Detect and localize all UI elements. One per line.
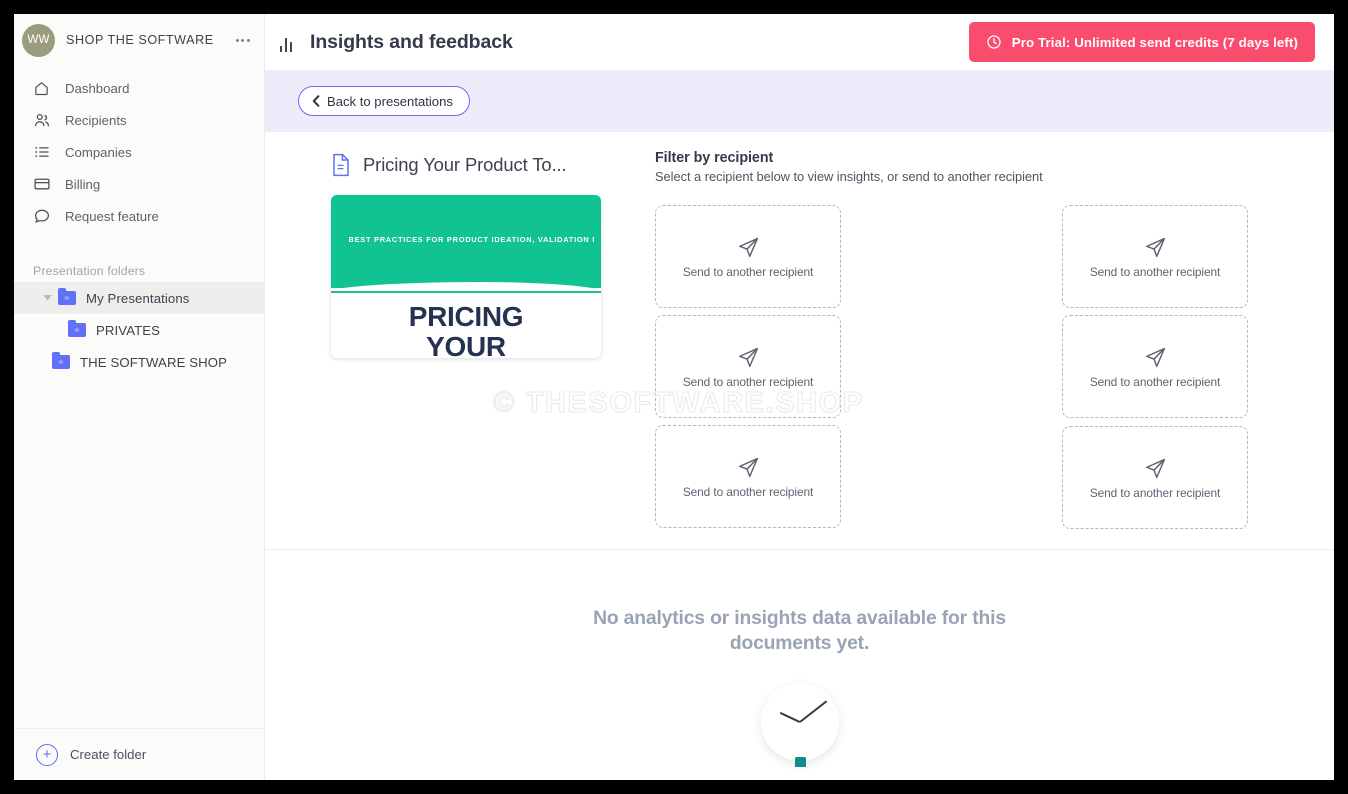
plus-circle-icon: + — [36, 743, 58, 766]
sidebar-item-companies[interactable]: Companies — [14, 136, 264, 168]
sidebar-item-recipients[interactable]: Recipients — [14, 104, 264, 136]
insights-row: Pricing Your Product To... BEST PRACTICE… — [265, 132, 1334, 529]
folder-item-my-presentations[interactable]: ≈ My Presentations — [14, 282, 264, 314]
content-area: Pricing Your Product To... BEST PRACTICE… — [265, 132, 1334, 767]
back-button-label: Back to presentations — [327, 93, 453, 109]
filter-column: Filter by recipient Select a recipient b… — [655, 150, 1334, 529]
kebab-menu-icon[interactable] — [234, 33, 252, 48]
send-to-recipient-card[interactable]: Send to another recipient — [655, 205, 841, 308]
sidebar-item-request-feature[interactable]: Request feature — [14, 200, 264, 232]
create-folder-label: Create folder — [70, 747, 147, 762]
empty-state-message: No analytics or insights data available … — [593, 608, 1006, 654]
thumbnail-header: BEST PRACTICES FOR PRODUCT IDEATION, VAL… — [331, 195, 601, 293]
app-window: WW SHOP THE SOFTWARE Dashboard Recipient… — [14, 14, 1334, 780]
presentation-thumbnail[interactable]: BEST PRACTICES FOR PRODUCT IDEATION, VAL… — [331, 195, 601, 358]
topbar: Insights and feedback Pro Trial: Unlimit… — [265, 14, 1334, 70]
folder-icon: ≈ — [52, 352, 70, 369]
folder-item-label: PRIVATES — [96, 322, 161, 338]
presentation-title: Pricing Your Product To... — [363, 154, 567, 175]
thumbnail-body: PRICING YOUR — [331, 288, 601, 358]
thumbnail-heading-line1: PRICING — [408, 301, 524, 332]
folder-icon: ≈ — [68, 320, 86, 337]
sidebar-item-dashboard[interactable]: Dashboard — [14, 72, 264, 104]
card-label: Send to another recipient — [1089, 264, 1221, 279]
back-to-presentations-button[interactable]: Back to presentations — [298, 86, 470, 116]
home-icon — [32, 79, 51, 98]
send-icon — [738, 237, 758, 257]
presentation-folders-label: Presentation folders — [33, 264, 146, 278]
send-icon — [1145, 347, 1165, 367]
thumbnail-subtitle: BEST PRACTICES FOR PRODUCT IDEATION, VAL… — [348, 234, 594, 244]
folder-item-the-software-shop[interactable]: ≈ THE SOFTWARE SHOP — [14, 346, 264, 378]
main-content: Insights and feedback Pro Trial: Unlimit… — [265, 14, 1334, 780]
send-icon — [738, 347, 758, 367]
send-icon — [1145, 458, 1165, 478]
send-icon — [1145, 237, 1165, 257]
folder-tree: ≈ My Presentations ≈ PRIVATES ≈ THE SOFT… — [14, 282, 264, 378]
people-icon — [32, 111, 51, 130]
list-icon — [32, 143, 51, 162]
folder-item-privates[interactable]: ≈ PRIVATES — [14, 314, 264, 346]
chat-bubble-icon — [32, 207, 51, 226]
sidebar-item-label: Dashboard — [65, 80, 130, 96]
presentation-column: Pricing Your Product To... BEST PRACTICE… — [265, 150, 655, 525]
filter-subtitle: Select a recipient below to view insight… — [655, 169, 1043, 184]
page-title-group: Insights and feedback — [276, 31, 969, 54]
bar-chart-icon — [276, 32, 296, 52]
folder-item-label: My Presentations — [86, 290, 190, 306]
presentation-title-row: Pricing Your Product To... — [331, 150, 655, 180]
clock-illustration — [760, 683, 839, 761]
card-label: Send to another recipient — [682, 484, 814, 499]
chevron-left-icon — [312, 95, 320, 107]
avatar: WW — [22, 23, 55, 57]
sidebar-item-label: Companies — [65, 144, 132, 160]
send-icon — [738, 457, 758, 477]
sidebar-item-billing[interactable]: Billing — [14, 168, 264, 200]
sidebar-item-label: Recipients — [65, 112, 127, 128]
send-to-recipient-card[interactable]: Send to another recipient — [1062, 426, 1248, 529]
trial-badge-label: Pro Trial: Unlimited send credits (7 day… — [1011, 34, 1298, 50]
send-to-recipient-card[interactable]: Send to another recipient — [1062, 315, 1248, 418]
card-label: Send to another recipient — [682, 374, 814, 389]
page-title: Insights and feedback — [310, 30, 513, 53]
create-folder-button[interactable]: + Create folder — [14, 728, 264, 780]
main-navigation: Dashboard Recipients Companies Billing R… — [14, 66, 264, 232]
card-label: Send to another recipient — [1089, 374, 1221, 389]
sidebar: WW SHOP THE SOFTWARE Dashboard Recipient… — [14, 14, 265, 780]
sidebar-item-label: Request feature — [65, 208, 159, 224]
send-to-recipient-card[interactable]: Send to another recipient — [1062, 205, 1248, 308]
clock-icon — [987, 35, 1001, 49]
document-icon — [333, 153, 349, 177]
credit-card-icon — [32, 175, 51, 194]
sidebar-item-label: Billing — [65, 176, 101, 192]
trial-badge[interactable]: Pro Trial: Unlimited send credits (7 day… — [968, 22, 1315, 62]
chevron-down-icon[interactable] — [36, 295, 58, 301]
workspace-name: SHOP THE SOFTWARE — [66, 33, 214, 47]
thumbnail-heading-line2: YOUR — [426, 330, 506, 358]
empty-state: No analytics or insights data available … — [265, 550, 1334, 767]
teal-accent-shape — [794, 757, 806, 767]
subbar: Back to presentations — [265, 70, 1334, 132]
folder-item-label: THE SOFTWARE SHOP — [80, 354, 228, 370]
recipient-cards-grid: Send to another recipient Send to anothe… — [655, 205, 1250, 529]
card-label: Send to another recipient — [1089, 485, 1221, 500]
send-to-recipient-card[interactable]: Send to another recipient — [655, 315, 841, 418]
workspace-header[interactable]: WW SHOP THE SOFTWARE — [14, 14, 264, 66]
send-to-recipient-card[interactable]: Send to another recipient — [655, 425, 841, 528]
filter-title: Filter by recipient — [655, 150, 774, 166]
folder-icon: ≈ — [58, 288, 76, 305]
card-label: Send to another recipient — [682, 264, 814, 279]
